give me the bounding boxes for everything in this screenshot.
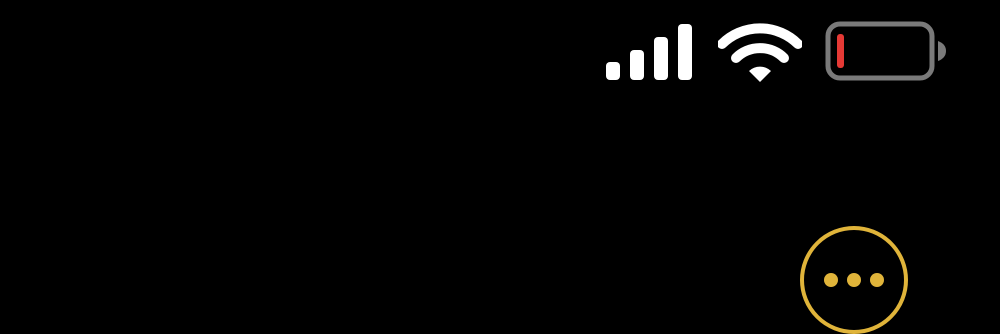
signal-bar-3 xyxy=(654,37,668,80)
ellipsis-dot-2 xyxy=(847,273,861,287)
status-icons xyxy=(600,18,960,88)
wifi-arc-outer xyxy=(718,23,802,49)
signal-bar-2 xyxy=(630,50,644,80)
ellipsis-icon xyxy=(824,273,884,287)
cellular-signal-icon xyxy=(606,24,692,80)
ellipsis-dot-1 xyxy=(824,273,838,287)
wifi-dot xyxy=(749,66,771,82)
battery-terminal xyxy=(938,41,946,61)
more-options-button[interactable] xyxy=(800,226,908,334)
signal-bar-4 xyxy=(678,24,692,80)
wifi-arc-middle xyxy=(731,43,789,63)
wifi-icon xyxy=(718,23,802,82)
battery-level-fill xyxy=(837,34,844,68)
status-bar xyxy=(0,0,1000,110)
battery-icon xyxy=(825,21,946,81)
ellipsis-dot-3 xyxy=(870,273,884,287)
signal-bar-1 xyxy=(606,62,620,80)
